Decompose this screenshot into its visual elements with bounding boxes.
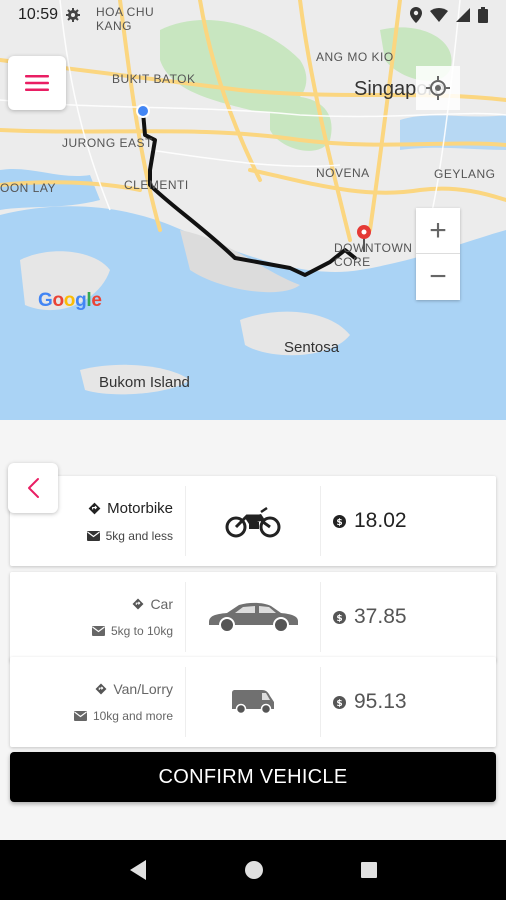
- vehicle-price: 95.13: [354, 690, 407, 713]
- map-label-bukit-batok: BUKIT BATOK: [112, 72, 196, 86]
- svg-text:$: $: [336, 518, 342, 528]
- vehicle-name: Van/Lorry: [95, 681, 173, 697]
- mail-icon: [73, 711, 87, 721]
- directions-icon: [132, 598, 144, 610]
- home-nav-icon[interactable]: [244, 860, 264, 880]
- map-label-downtown-core: DOWNTOWN CORE: [334, 241, 413, 269]
- vehicle-option-motorbike[interactable]: Motorbike 5kg and less $ 18.02: [10, 476, 496, 566]
- vehicle-weight: 5kg to 10kg: [91, 624, 173, 638]
- map-label-clementi: CLEMENTI: [124, 178, 189, 192]
- vehicle-weight: 5kg and less: [86, 529, 173, 543]
- map-label-novena: NOVENA: [316, 166, 370, 180]
- confirm-vehicle-button[interactable]: CONFIRM VEHICLE: [10, 752, 496, 802]
- map-label-ang-mo-kio: ANG MO KIO: [316, 50, 394, 64]
- menu-button[interactable]: [8, 56, 66, 110]
- map-label-jurong-east: JURONG EAST: [62, 136, 153, 150]
- wifi-icon: [430, 8, 448, 22]
- svg-text:$: $: [336, 614, 342, 624]
- recents-nav-icon[interactable]: [360, 861, 378, 879]
- google-logo: Google: [38, 290, 102, 311]
- car-icon: [209, 602, 298, 633]
- cell-signal-icon: [456, 8, 470, 22]
- map-view[interactable]: HOA CHU KANG BUKIT BATOK ANG MO KIO Sing…: [0, 0, 506, 420]
- chevron-left-icon: [28, 478, 39, 498]
- motorbike-icon: [225, 506, 281, 538]
- mail-icon: [86, 530, 100, 541]
- svg-text:$: $: [336, 699, 342, 709]
- settings-gear-icon: [66, 8, 81, 22]
- battery-icon: [478, 7, 488, 23]
- my-location-button[interactable]: [416, 66, 460, 110]
- origin-marker: [136, 104, 150, 118]
- zoom-controls: + −: [416, 208, 460, 300]
- vehicle-option-car[interactable]: Car 5kg to 10kg $ 37.85: [10, 572, 496, 662]
- map-label-sentosa: Sentosa: [284, 339, 340, 356]
- back-nav-icon[interactable]: [128, 859, 148, 881]
- map-label-joon-lay: OON LAY: [0, 181, 56, 195]
- clock: 10:59: [18, 6, 59, 23]
- map-label-geylang: GEYLANG: [434, 167, 496, 181]
- dollar-coin-icon: $: [333, 610, 346, 624]
- crosshair-icon: [426, 76, 450, 100]
- status-bar: 10:59: [0, 0, 506, 30]
- dollar-coin-icon: $: [333, 695, 346, 709]
- back-button[interactable]: [8, 463, 58, 513]
- system-navigation-bar: [0, 840, 506, 900]
- van-icon: [232, 690, 274, 715]
- zoom-in-button[interactable]: +: [416, 208, 460, 254]
- hamburger-icon: [25, 75, 49, 91]
- zoom-out-button[interactable]: −: [416, 254, 460, 300]
- vehicle-name: Car: [132, 596, 173, 612]
- directions-icon: [95, 683, 107, 695]
- directions-icon: [88, 502, 101, 514]
- vehicle-weight: 10kg and more: [73, 709, 173, 723]
- map-label-bukom-island: Bukom Island: [99, 374, 190, 391]
- vehicle-option-van-lorry[interactable]: Van/Lorry 10kg and more $ 95.13: [10, 657, 496, 747]
- location-status-icon: [410, 7, 422, 23]
- dollar-coin-icon: $: [333, 514, 346, 528]
- vehicle-price: 37.85: [354, 605, 407, 628]
- mail-icon: [91, 626, 105, 636]
- vehicle-name: Motorbike: [88, 500, 173, 517]
- vehicle-price: 18.02: [354, 509, 407, 532]
